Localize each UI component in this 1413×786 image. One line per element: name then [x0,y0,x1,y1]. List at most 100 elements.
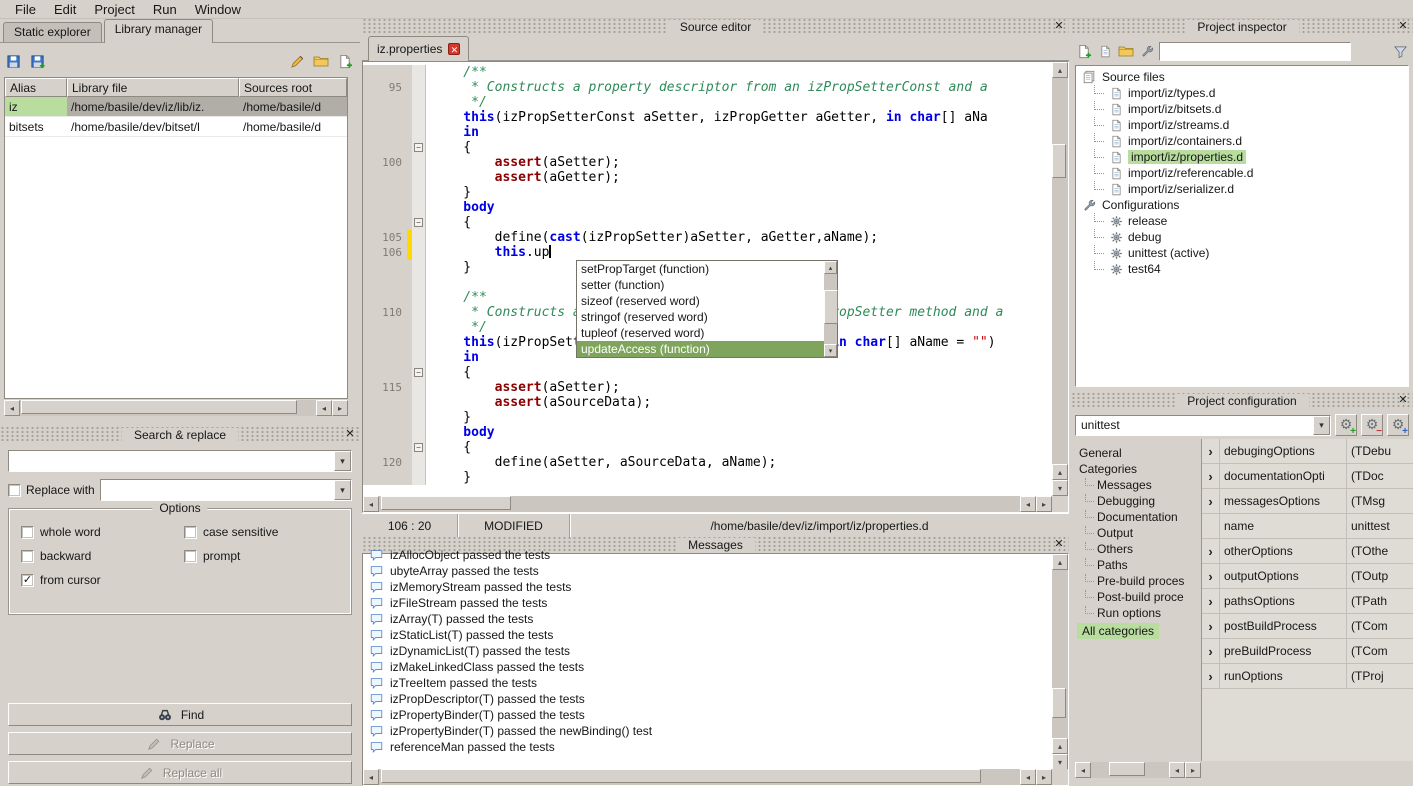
completion-item[interactable]: sizeof (reserved word) [577,293,824,309]
tree-item[interactable]: import/iz/streams.d [1080,117,1408,133]
configuration-hscrollbar[interactable]: ◂◂▸ [1075,762,1201,778]
replace-with-input[interactable] [101,481,334,499]
message-item[interactable]: izTreeItem passed the tests [367,675,1052,691]
message-item[interactable]: izDynamicList(T) passed the tests [367,643,1052,659]
scroll-down-button[interactable]: ▾ [824,344,837,357]
scroll-left-button[interactable]: ◂ [316,400,332,416]
category-item[interactable]: Categories [1075,461,1197,477]
tree-group-source-files[interactable]: Source files [1080,69,1408,85]
property-row[interactable]: ›pathsOptions(TPath [1202,589,1413,614]
library-table-hscrollbar[interactable]: ◂◂▸ [4,400,348,416]
scrollbar-track[interactable] [1052,570,1068,738]
tree-item[interactable]: import/iz/containers.d [1080,133,1408,149]
edit-library-button[interactable] [288,52,306,70]
tree-item[interactable]: import/iz/referencable.d [1080,165,1408,181]
fold-icon[interactable]: − [414,443,423,452]
scrollbar-track[interactable] [824,274,837,344]
expander-icon[interactable]: › [1202,439,1220,463]
category-item[interactable]: Debugging [1075,493,1197,509]
scrollbar-track[interactable] [1091,762,1169,778]
property-row[interactable]: ›outputOptions(TOutp [1202,564,1413,589]
scrollbar-thumb[interactable] [1052,688,1066,718]
scroll-left-button[interactable]: ◂ [1020,496,1036,512]
property-row[interactable]: ›otherOptions(TOthe [1202,539,1413,564]
editor-tab-iz-properties[interactable]: iz.properties ✕ [368,36,469,61]
tree-item[interactable]: import/iz/properties.d [1080,149,1408,165]
category-item[interactable]: Run options [1075,605,1197,621]
scroll-right-button[interactable]: ▸ [332,400,348,416]
message-item[interactable]: izMakeLinkedClass passed the tests [367,659,1052,675]
message-item[interactable]: izFileStream passed the tests [367,595,1052,611]
expander-icon[interactable]: › [1202,614,1220,638]
replace-all-button[interactable]: Replace all [8,761,352,784]
scroll-up-button[interactable]: ▴ [824,261,837,274]
scroll-left-button[interactable]: ◂ [4,400,20,416]
fold-icon[interactable]: − [414,368,423,377]
property-row[interactable]: ›debugingOptions(TDebu [1202,439,1413,464]
message-item[interactable]: izMemoryStream passed the tests [367,579,1052,595]
scrollbar-thumb[interactable] [824,290,838,324]
filter-icon[interactable] [1391,42,1409,60]
tree-item[interactable]: release [1080,213,1408,229]
scroll-left-button[interactable]: ◂ [1169,762,1185,778]
code-editor[interactable]: /**95 * Constructs a property descriptor… [362,61,1069,513]
column-header-sources-root[interactable]: Sources root [239,78,347,97]
menu-item-window[interactable]: Window [186,1,250,18]
column-header-library-file[interactable]: Library file [67,78,239,97]
message-item[interactable]: izArray(T) passed the tests [367,611,1052,627]
message-item[interactable]: ubyteArray passed the tests [367,563,1052,579]
category-item[interactable]: General [1075,445,1197,461]
completion-item[interactable]: stringof (reserved word) [577,309,824,325]
tree-item[interactable]: debug [1080,229,1408,245]
search-term-input[interactable] [9,452,334,470]
checkbox-box[interactable] [184,526,197,539]
scroll-left-button[interactable]: ◂ [363,496,379,512]
checkbox-box[interactable]: ✓ [21,574,34,587]
category-item[interactable]: Output [1075,525,1197,541]
scroll-left-button[interactable]: ◂ [1075,762,1091,778]
close-icon[interactable]: ✕ [1052,538,1066,552]
scroll-down-button[interactable]: ▾ [1052,754,1068,770]
find-button[interactable]: Find [8,703,352,726]
expander-icon[interactable]: › [1202,539,1220,563]
close-icon[interactable]: ✕ [1396,394,1410,408]
property-row[interactable]: ›runOptions(TProj [1202,664,1413,689]
all-categories-item[interactable]: All categories [1077,623,1159,639]
expander-icon[interactable]: › [1202,664,1220,688]
scroll-left-button[interactable]: ◂ [363,769,379,785]
expander-icon[interactable]: › [1202,464,1220,488]
configuration-selector[interactable]: unittest ▾ [1075,415,1331,436]
load-library-list-button[interactable] [28,52,46,70]
fold-icon[interactable]: − [414,218,423,227]
property-row[interactable]: ›postBuildProcess(TCom [1202,614,1413,639]
checkbox-case-sensitive[interactable]: case sensitive [184,525,347,539]
category-item[interactable]: Paths [1075,557,1197,573]
message-item[interactable]: izPropDescriptor(T) passed the tests [367,691,1052,707]
new-source-button[interactable] [1096,42,1114,60]
scroll-right-button[interactable]: ▸ [1036,769,1052,785]
scrollbar-track[interactable] [20,400,316,416]
tree-item[interactable]: import/iz/types.d [1080,85,1408,101]
messages-vscrollbar[interactable]: ▴▴▾ [1052,554,1068,770]
replace-with-checkbox[interactable] [8,484,21,497]
message-item[interactable]: izPropertyBinder(T) passed the tests [367,707,1052,723]
search-term-combobox[interactable]: ▾ [8,450,352,472]
tree-item[interactable]: import/iz/serializer.d [1080,181,1408,197]
message-item[interactable]: izPropertyBinder(T) passed the newBindin… [367,723,1052,739]
open-library-folder-button[interactable] [312,52,330,70]
category-item[interactable]: Post-build proce [1075,589,1197,605]
close-icon[interactable]: ✕ [343,428,357,442]
checkbox-backward[interactable]: backward [21,549,184,563]
checkbox-from-cursor[interactable]: ✓from cursor [21,573,184,587]
close-icon[interactable]: ✕ [1396,20,1410,34]
menu-item-file[interactable]: File [6,1,45,18]
fold-icon[interactable]: − [414,143,423,152]
message-item[interactable]: izStaticList(T) passed the tests [367,627,1052,643]
dropdown-button[interactable]: ▾ [334,451,351,471]
completion-item[interactable]: setter (function) [577,277,824,293]
menu-item-project[interactable]: Project [85,1,143,18]
editor-hscrollbar[interactable]: ◂◂▸ [363,496,1052,512]
menu-item-run[interactable]: Run [144,1,186,18]
expander-icon[interactable]: › [1202,589,1220,613]
scrollbar-track[interactable] [379,496,1020,512]
